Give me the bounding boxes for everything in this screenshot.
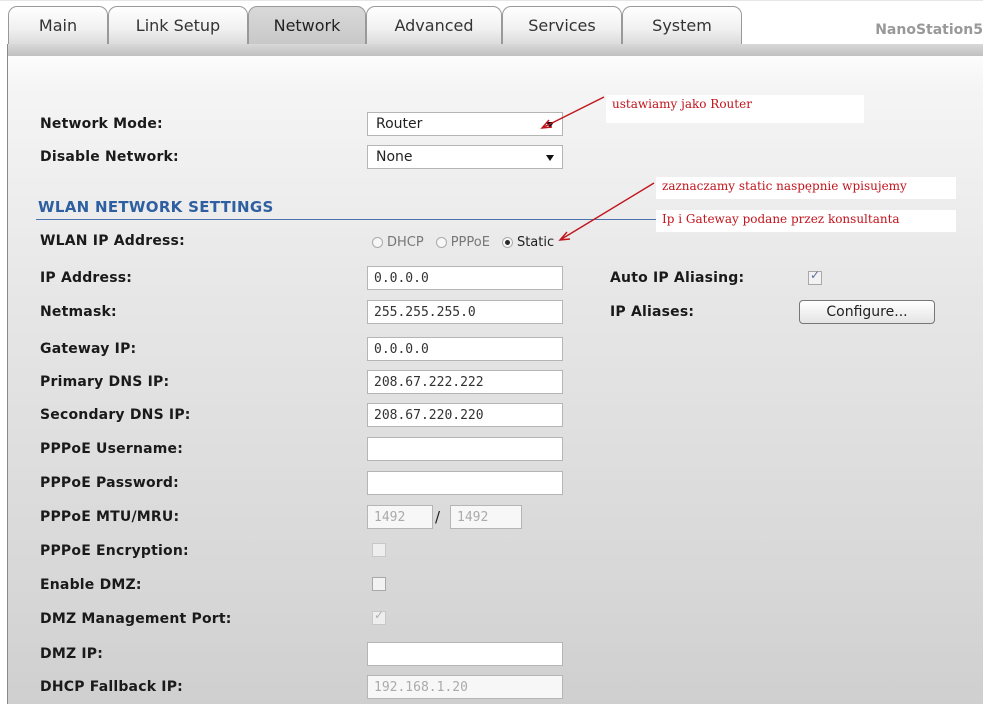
- annotation-arrows: [540, 96, 655, 241]
- annotation-arrow-static: [559, 182, 655, 241]
- arrowhead-icon: [558, 231, 571, 241]
- annotation-arrow-router: [541, 96, 605, 129]
